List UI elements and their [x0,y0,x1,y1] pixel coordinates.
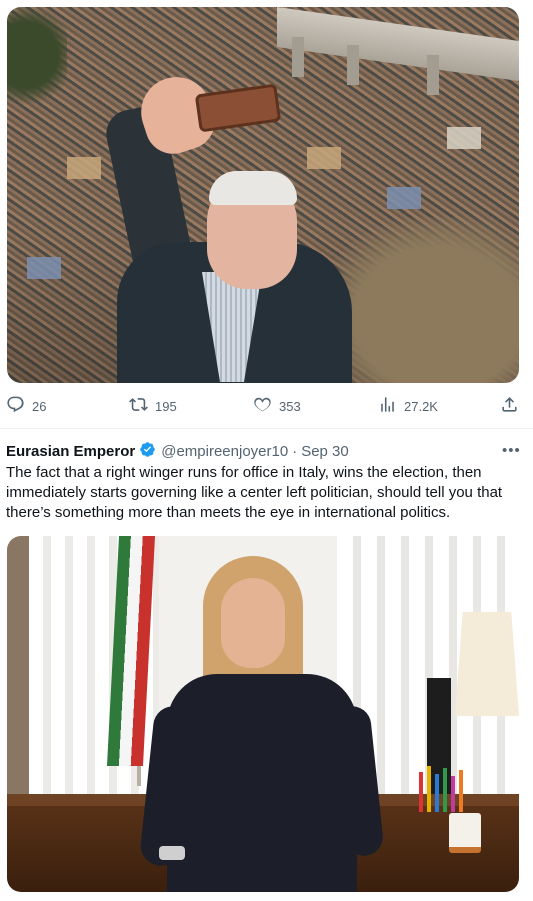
views-button[interactable]: 27.2K [378,391,438,421]
header-separator: · [292,442,298,460]
pen [451,776,455,812]
reply-button[interactable]: 26 [6,391,46,421]
timeline-feed: 26 195 353 27.2K Eurasian Emperor @empir… [0,0,533,901]
blouse [167,674,357,892]
views-icon [378,395,397,417]
more-options-button[interactable]: ••• [502,442,521,459]
share-icon [500,395,519,417]
tweet2-photo[interactable] [7,536,519,892]
tweet2-text: The fact that a right winger runs for of… [6,464,503,521]
share-button[interactable] [500,391,519,421]
wall-decoration [7,536,29,796]
pen [459,770,463,812]
tweet2-header: Eurasian Emperor @empireenjoyer10 · Sep … [6,441,526,461]
pen [427,766,431,812]
retweet-icon [129,395,148,417]
like-count: 353 [279,398,301,414]
views-count: 27.2K [404,398,438,414]
pen-holder [413,762,483,812]
pen [443,768,447,812]
tent-decoration [27,257,61,279]
portrait-person [138,556,385,892]
tweet-timestamp[interactable]: Sep 30 [301,443,349,460]
pen [435,774,439,812]
more-icon: ••• [502,442,521,459]
lamp-shade [455,612,519,716]
author-name[interactable]: Eurasian Emperor [6,443,135,460]
tent-decoration [387,187,421,209]
like-button[interactable]: 353 [253,391,301,421]
reply-icon [6,395,25,417]
mug [449,813,481,853]
selfie-person [87,67,357,383]
retweet-button[interactable]: 195 [129,391,177,421]
reply-count: 26 [32,398,47,414]
pen [419,772,423,812]
phone [194,83,282,133]
retweet-count: 195 [155,398,177,414]
tweet1-action-bar: 26 195 353 27.2K [0,391,533,421]
hair [209,171,297,205]
tent-decoration [447,127,481,149]
verified-badge-icon [135,441,161,462]
watch [159,846,185,860]
tweet-divider [0,428,533,429]
face [221,578,285,668]
trees-decoration [7,7,67,127]
tweet1-photo[interactable] [7,7,519,383]
bridge-pillar [427,55,439,95]
heart-icon [253,395,272,417]
author-handle[interactable]: @empireenjoyer10 [161,443,288,460]
